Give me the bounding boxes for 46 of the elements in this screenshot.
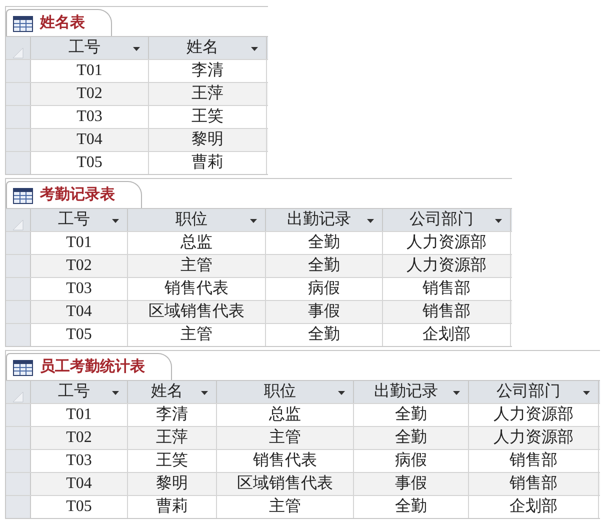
table-icon	[13, 360, 33, 376]
row-selector[interactable]	[6, 83, 31, 105]
table-tab[interactable]: 员工考勤统计表	[6, 353, 172, 381]
row-selector[interactable]	[6, 301, 31, 323]
row-selector[interactable]	[6, 129, 31, 151]
table-cell: 全勤	[354, 496, 469, 518]
row-selector[interactable]	[6, 255, 31, 277]
dropdown-arrow-icon[interactable]	[250, 219, 257, 223]
table-cell: 曹莉	[149, 152, 267, 174]
select-all-triangle-icon[interactable]	[12, 391, 24, 403]
row-selector[interactable]	[6, 450, 31, 472]
dropdown-arrow-icon[interactable]	[338, 391, 345, 395]
row-selector[interactable]	[6, 324, 31, 346]
table-cell: T05	[31, 152, 149, 174]
dropdown-arrow-icon[interactable]	[201, 391, 208, 395]
table-cell: T05	[31, 324, 128, 346]
row-selector[interactable]	[6, 473, 31, 495]
select-all-triangle-icon[interactable]	[12, 219, 24, 231]
row-selector[interactable]	[6, 60, 31, 82]
table-cell: 企划部	[469, 496, 599, 518]
select-all-triangle-icon[interactable]	[12, 47, 24, 59]
row-selector[interactable]	[6, 232, 31, 254]
dropdown-arrow-icon[interactable]	[133, 47, 140, 51]
table-icon	[13, 188, 33, 204]
dropdown-arrow-icon[interactable]	[583, 391, 590, 395]
table-cell: T05	[31, 496, 128, 518]
dropdown-arrow-icon[interactable]	[112, 391, 119, 395]
dropdown-arrow-icon[interactable]	[112, 219, 119, 223]
row-selector[interactable]	[6, 152, 31, 174]
table-cell: 主管	[128, 324, 266, 346]
row-selector[interactable]	[6, 427, 31, 449]
dropdown-arrow-icon[interactable]	[251, 47, 258, 51]
row-selector[interactable]	[6, 106, 31, 128]
table-cell: 企划部	[383, 324, 511, 346]
dropdown-arrow-icon[interactable]	[453, 391, 460, 395]
table-tab[interactable]: 姓名表	[6, 9, 112, 37]
table-cell: 曹莉	[128, 496, 217, 518]
table-icon	[13, 16, 33, 32]
row-selector[interactable]	[6, 404, 31, 426]
row-selector[interactable]	[6, 278, 31, 300]
dropdown-arrow-icon[interactable]	[367, 219, 374, 223]
table-cell: 全勤	[266, 324, 383, 346]
table-tab[interactable]: 考勤记录表	[6, 181, 142, 209]
table-cell: 主管	[217, 496, 354, 518]
dropdown-arrow-icon[interactable]	[495, 219, 502, 223]
row-selector[interactable]	[6, 496, 31, 518]
